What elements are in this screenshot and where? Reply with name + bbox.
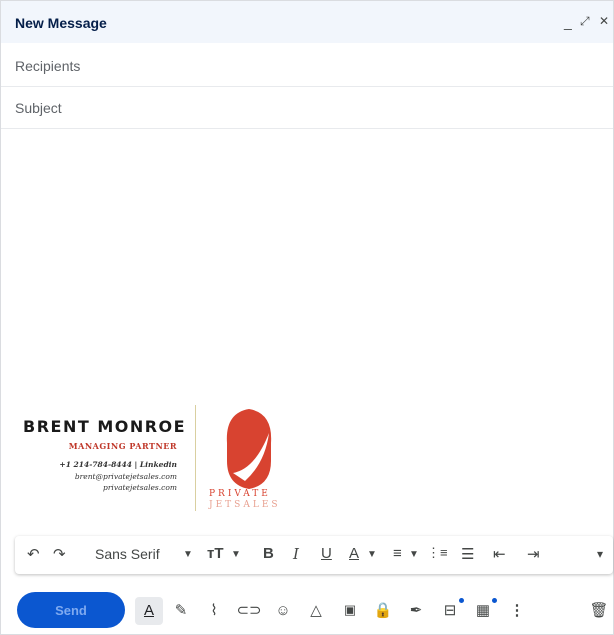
compose-title-bar: New Message _ ⤢ ✕ <box>1 1 613 43</box>
attach-file-icon[interactable]: ⌇ <box>204 600 224 620</box>
signature-title: MANAGING PARTNER <box>68 441 177 451</box>
chevron-down-icon: ▼ <box>367 549 377 560</box>
bold-icon[interactable]: B <box>263 545 274 562</box>
underline-icon[interactable]: U <box>321 545 332 562</box>
signature-name: BRENT MONROE <box>23 417 187 436</box>
more-formatting-icon[interactable]: ▾ <box>597 547 603 561</box>
bulleted-list-icon[interactable]: ☰ <box>461 545 474 563</box>
text-color-icon[interactable]: A <box>349 545 359 562</box>
signature-website: privatejetsales.com <box>103 483 177 492</box>
numbered-list-icon[interactable]: ⋮≡ <box>427 545 448 561</box>
send-label: Send <box>55 603 87 618</box>
indent-more-icon[interactable]: ⇥ <box>527 545 540 563</box>
insert-link-icon[interactable]: ⊂⊃ <box>236 600 261 620</box>
close-icon[interactable]: ✕ <box>599 14 609 28</box>
recipients-field[interactable]: Recipients <box>1 44 613 87</box>
italic-icon[interactable]: I <box>293 545 299 563</box>
font-family-select[interactable]: Sans Serif <box>95 546 160 562</box>
send-button[interactable]: Send <box>17 592 125 628</box>
magic-wand-icon[interactable]: ✎ <box>171 600 191 620</box>
compose-window: New Message _ ⤢ ✕ Recipients Subject BRE… <box>0 0 614 635</box>
layout-icon[interactable]: ⊟ <box>440 600 460 620</box>
logo-text-jetsales: JETSALES <box>209 500 281 510</box>
confidential-mode-icon[interactable]: 🔒 <box>373 600 393 620</box>
indent-less-icon[interactable]: ⇤ <box>493 545 506 563</box>
align-icon[interactable]: ≡ <box>393 545 402 562</box>
undo-icon[interactable]: ↶ <box>27 545 40 563</box>
insert-photo-icon[interactable]: ▣ <box>340 600 360 620</box>
compose-title: New Message <box>15 15 107 31</box>
trash-icon[interactable]: 🗑 <box>589 600 609 620</box>
emoji-icon[interactable]: ☺ <box>273 600 293 620</box>
redo-icon[interactable]: ↷ <box>53 545 66 563</box>
signature-divider <box>195 405 196 511</box>
calendar-new-badge <box>492 598 497 603</box>
calendar-icon[interactable]: ▦ <box>473 600 493 620</box>
subject-placeholder: Subject <box>15 100 62 116</box>
signature-icon[interactable]: ✒ <box>406 600 426 620</box>
email-signature: BRENT MONROE MANAGING PARTNER +1 214-784… <box>19 399 319 519</box>
more-options-icon[interactable]: ⋮ <box>507 600 527 620</box>
signature-phone: +1 214-784-8444 | Linkedin <box>59 460 177 469</box>
drive-icon[interactable]: △ <box>306 600 326 620</box>
layout-new-badge <box>459 598 464 603</box>
chevron-down-icon: ▼ <box>231 549 241 560</box>
chevron-down-icon: ▼ <box>183 549 193 560</box>
signature-email: brent@privatejetsales.com <box>74 472 177 481</box>
font-size-icon[interactable]: тT <box>207 545 224 562</box>
minimize-icon[interactable]: _ <box>564 14 572 30</box>
compose-action-bar: Send A ✎ ⌇ ⊂⊃ ☺ △ ▣ 🔒 ✒ ⊟ ▦ ⋮ 🗑 <box>1 588 613 634</box>
chevron-down-icon: ▼ <box>409 549 419 560</box>
logo-text-private: PRIVATE <box>209 489 271 499</box>
expand-icon[interactable]: ⤢ <box>580 14 590 29</box>
formatting-toolbar: ↶ ↷ Sans Serif ▼ тT ▼ B I U A ▼ ≡ ▼ ⋮≡ ☰… <box>15 536 613 574</box>
formatting-options-icon[interactable]: A <box>139 600 159 620</box>
subject-field[interactable]: Subject <box>1 86 613 129</box>
recipients-placeholder: Recipients <box>15 58 81 74</box>
